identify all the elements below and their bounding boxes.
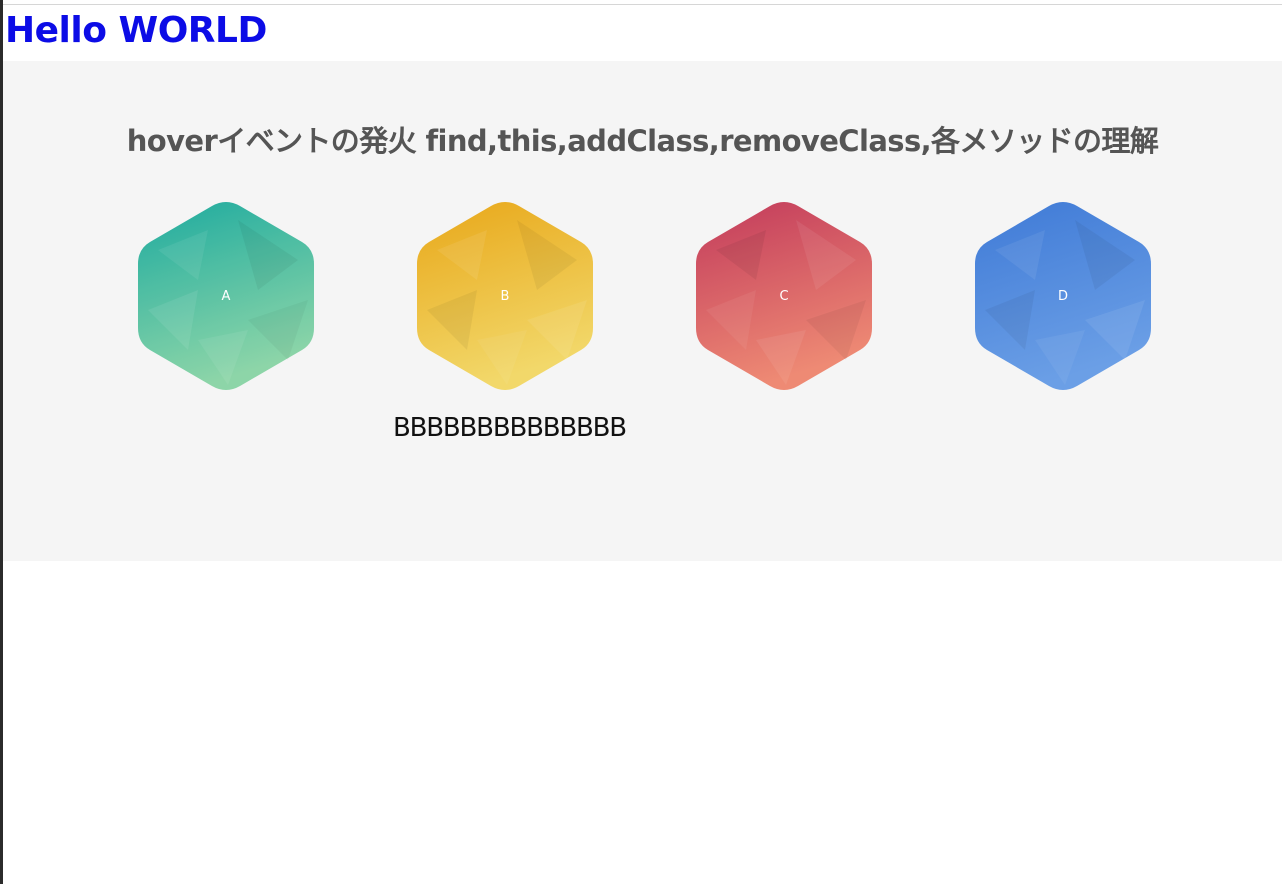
hex-item-c[interactable]: C <box>696 200 872 392</box>
hexagon-icon <box>417 202 593 390</box>
page-heading: Hello WORLD <box>5 10 267 51</box>
hex-item-b[interactable]: B <box>417 200 593 392</box>
hover-message: BBBBBBBBBBBBBB <box>393 413 627 443</box>
hexagon-icon <box>138 202 314 390</box>
section-title: hoverイベントの発火 find,this,addClass,removeCl… <box>126 124 1159 158</box>
hex-item-a[interactable]: A <box>138 200 314 392</box>
hexagon-icon <box>696 202 872 390</box>
top-divider <box>3 4 1282 5</box>
hover-section: hoverイベントの発火 find,this,addClass,removeCl… <box>3 61 1282 561</box>
hexagon-icon <box>975 202 1151 390</box>
hex-item-d[interactable]: D <box>975 200 1151 392</box>
